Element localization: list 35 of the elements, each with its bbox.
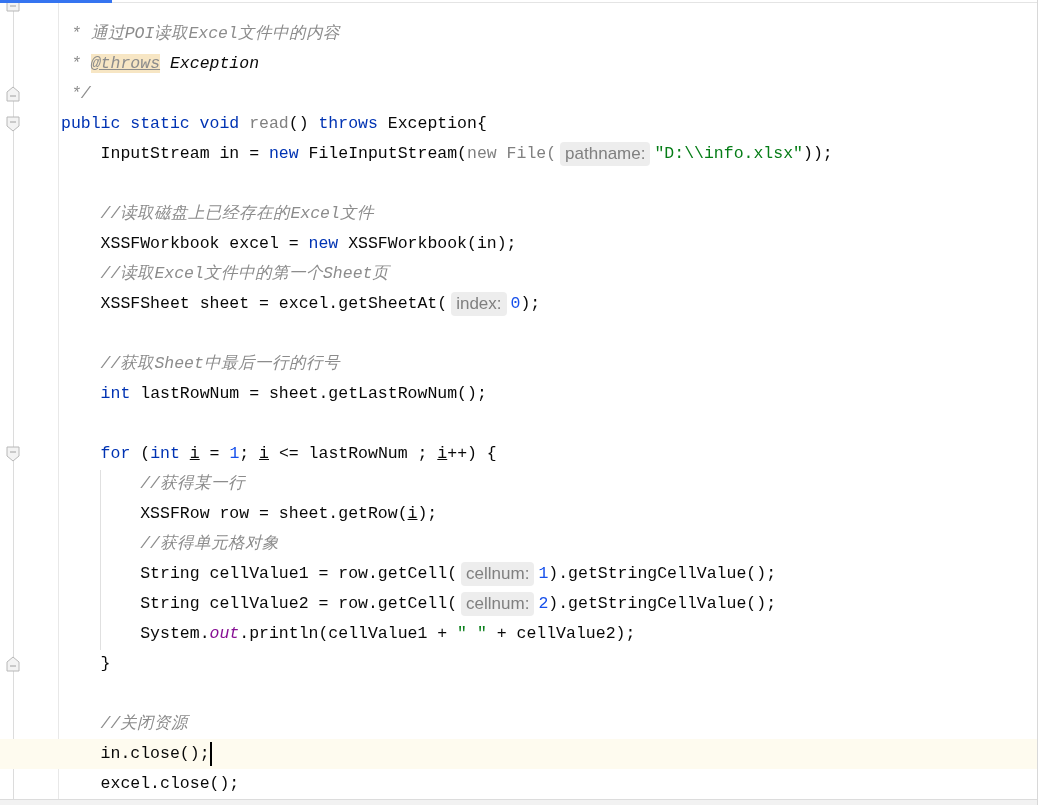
fold-icon[interactable] [6, 116, 20, 132]
code-text: //关闭资源 [100, 713, 189, 735]
code-text: */ [70, 83, 91, 105]
code-text: //获得单元格对象 [140, 533, 280, 555]
code-text: //读取Excel文件中的第一个Sheet页 [100, 263, 390, 285]
parameter-hint: index: [451, 292, 507, 316]
code-text: in.close(); [100, 743, 210, 765]
fold-icon[interactable] [6, 656, 20, 672]
code-text: 1).getStringCellValue(); [538, 563, 777, 585]
code-text: //读取磁盘上已经存在的Excel文件 [100, 203, 374, 225]
code-text: XSSFSheet sheet = excel.getSheetAt( [100, 293, 448, 315]
fold-icon[interactable] [6, 0, 20, 12]
code-text: XSSFRow row = sheet.getRow(i); [140, 503, 438, 525]
code-text: public static void read() throws Exception{ [61, 113, 487, 135]
code-text: * 通过POI读取Excel文件中的内容 [70, 23, 340, 45]
code-text: InputStream in = new FileInputStream(new File( [100, 143, 557, 165]
parameter-hint: pathname: [560, 142, 651, 166]
code-text: * @throws Exception [70, 53, 260, 75]
parameter-hint: cellnum: [461, 562, 535, 586]
code-text: excel.close(); [100, 773, 240, 795]
code-text: System.out.println(cellValue1 + " " + cellValue2); [140, 623, 636, 645]
code-text: for (int i = 1; i <= lastRowNum ; i++) { [100, 443, 497, 465]
code-text: //获取Sheet中最后一行的行号 [100, 353, 340, 375]
code-text: int lastRowNum = sheet.getLastRowNum(); [100, 383, 487, 405]
code-text: String cellValue2 = row.getCell( [140, 593, 458, 615]
fold-icon[interactable] [6, 446, 20, 462]
code-text: //获得某一行 [140, 473, 246, 495]
code-text: String cellValue1 = row.getCell( [140, 563, 458, 585]
code-text: } [100, 653, 111, 675]
code-text: 2).getStringCellValue(); [538, 593, 777, 615]
code-text: 0); [510, 293, 541, 315]
code-text: "D:\\info.xlsx")); [654, 143, 833, 165]
parameter-hint: cellnum: [461, 592, 535, 616]
code-text: XSSFWorkbook excel = new XSSFWorkbook(in); [100, 233, 517, 255]
fold-icon[interactable] [6, 86, 20, 102]
